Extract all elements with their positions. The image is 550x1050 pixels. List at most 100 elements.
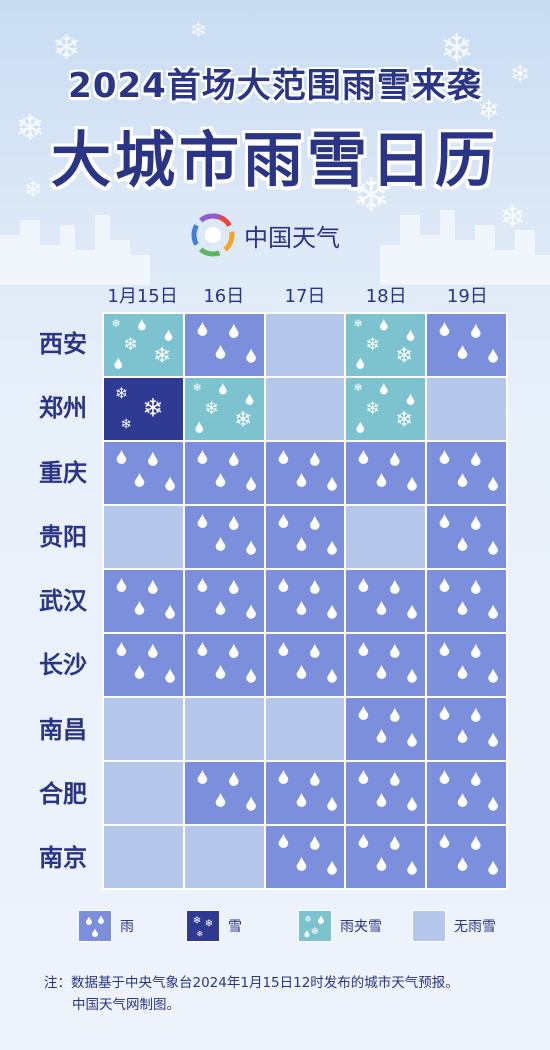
no-precip-icon	[266, 314, 345, 376]
no-precip-icon	[427, 378, 506, 440]
weather-cell-rain	[264, 633, 346, 697]
no-precip-icon	[104, 698, 183, 760]
rain-icon	[439, 833, 499, 875]
city-label: 南昌	[39, 715, 87, 744]
weather-cell-none	[103, 761, 184, 825]
legend-item-snow: ❄ ❄ ❄ 雪	[186, 910, 242, 942]
rain-icon	[197, 321, 256, 363]
no-precip-icon	[104, 762, 183, 824]
legend-item-rain: 雨	[78, 910, 134, 942]
no-precip-icon	[104, 826, 183, 888]
sleet-icon: ❄❄ ❄	[111, 317, 173, 369]
svg-text:❄: ❄	[197, 930, 204, 939]
svg-text:❄: ❄	[153, 344, 171, 369]
rain-icon	[439, 705, 499, 747]
brand: 中国天气	[190, 210, 340, 260]
weather-cell-rain	[426, 441, 507, 505]
city-label: 长沙	[39, 651, 87, 680]
rain-icon	[358, 577, 418, 619]
rain-icon	[439, 641, 499, 683]
legend-item-sleet: ❄ ❄ 雨夹雪	[298, 910, 382, 942]
svg-text:❄: ❄	[311, 927, 319, 938]
svg-text:❄: ❄	[124, 335, 139, 355]
weather-cell-none	[103, 825, 184, 889]
rain-icon	[116, 641, 175, 683]
rain-icon	[197, 577, 256, 619]
city-row-labels: 西安 郑州 重庆 贵阳 武汉 长沙 南昌 合肥 南京	[28, 312, 98, 891]
weather-cell-rain	[426, 569, 507, 633]
column-header: 1月15日	[107, 286, 178, 307]
rain-swatch	[78, 910, 112, 942]
svg-text:❄: ❄	[142, 393, 163, 422]
legend-label: 雨夹雪	[340, 919, 382, 935]
rain-icon	[358, 833, 418, 875]
weather-cell-rain	[345, 761, 427, 825]
weather-cell-rain	[264, 505, 346, 569]
weather-cell-sleet: ❄ ❄ ❄	[345, 377, 427, 441]
no-precip-icon	[346, 506, 425, 568]
sleet-icon: ❄❄ ❄	[192, 381, 254, 433]
weather-cell-none	[264, 313, 346, 377]
weather-cell-none	[264, 377, 346, 441]
weather-cell-rain	[426, 825, 507, 889]
rain-icon	[358, 769, 418, 811]
legend: 雨 ❄ ❄ ❄ 雪 ❄ ❄ 雨夹雪 无雨雪	[78, 910, 528, 946]
weather-cell-rain	[345, 633, 427, 697]
rain-icon	[116, 577, 175, 619]
legend-item-none: 无雨雪	[412, 910, 496, 942]
weather-cell-none	[264, 697, 346, 761]
legend-label: 无雨雪	[454, 919, 496, 935]
rain-icon	[439, 769, 499, 811]
rain-icon	[116, 449, 175, 491]
weather-cell-rain	[103, 441, 184, 505]
rain-icon	[358, 705, 418, 747]
weather-cell-rain	[183, 761, 265, 825]
no-precip-swatch	[412, 910, 446, 942]
weather-cell-none	[103, 505, 184, 569]
china-weather-logo-icon	[191, 213, 235, 257]
svg-text:❄: ❄	[234, 408, 252, 433]
snowflake-icon: ❄	[190, 18, 207, 42]
column-header: 19日	[446, 286, 488, 307]
svg-text:❄: ❄	[354, 317, 363, 330]
sleet-swatch: ❄ ❄	[298, 910, 332, 942]
weather-cell-sleet: ❄ ❄ ❄	[103, 313, 184, 377]
weather-cell-sleet: ❄ ❄ ❄	[183, 377, 265, 441]
rain-icon	[358, 641, 418, 683]
weather-cell-rain	[345, 569, 427, 633]
rain-icon	[278, 577, 337, 619]
city-label: 贵阳	[39, 522, 87, 551]
weather-calendar-grid: ❄ ❄ ❄ ❄ ❄ ❄ ❄ ❄ ❄ ❄ ❄ ❄ ❄ ❄ ❄	[102, 312, 508, 890]
city-label: 南京	[39, 844, 87, 873]
svg-text:❄: ❄	[193, 916, 201, 927]
rain-icon	[278, 769, 337, 811]
svg-text:❄: ❄	[366, 335, 381, 355]
snow-swatch: ❄ ❄ ❄	[186, 910, 220, 942]
weather-cell-rain	[345, 441, 427, 505]
rain-icon	[197, 449, 256, 491]
weather-cell-none	[426, 377, 507, 441]
rain-icon	[439, 513, 499, 555]
rain-icon	[278, 833, 337, 875]
sleet-icon: ❄❄ ❄	[354, 317, 415, 369]
svg-text:❄: ❄	[205, 919, 213, 930]
weather-cell-snow: ❄ ❄ ❄	[103, 377, 184, 441]
city-label: 武汉	[39, 587, 87, 616]
weather-cell-rain	[426, 697, 507, 761]
weather-cell-none	[183, 697, 265, 761]
rain-icon	[278, 449, 337, 491]
brand-name: 中国天气	[244, 223, 340, 252]
no-precip-icon	[266, 698, 345, 760]
page-title: 大城市雨雪日历	[51, 126, 499, 196]
rain-icon	[278, 641, 337, 683]
rain-icon	[439, 321, 499, 363]
weather-cell-none	[183, 825, 265, 889]
rain-icon	[358, 449, 418, 491]
weather-cell-rain	[345, 825, 427, 889]
weather-cell-sleet: ❄ ❄ ❄	[345, 313, 427, 377]
weather-cell-rain	[183, 505, 265, 569]
footnote: 注：数据基于中央气象台2024年1月15日12时发布的城市天气预报。 中国天气网…	[44, 972, 534, 1016]
weather-cell-rain	[426, 505, 507, 569]
weather-cell-rain	[426, 633, 507, 697]
svg-text:❄: ❄	[396, 344, 414, 369]
